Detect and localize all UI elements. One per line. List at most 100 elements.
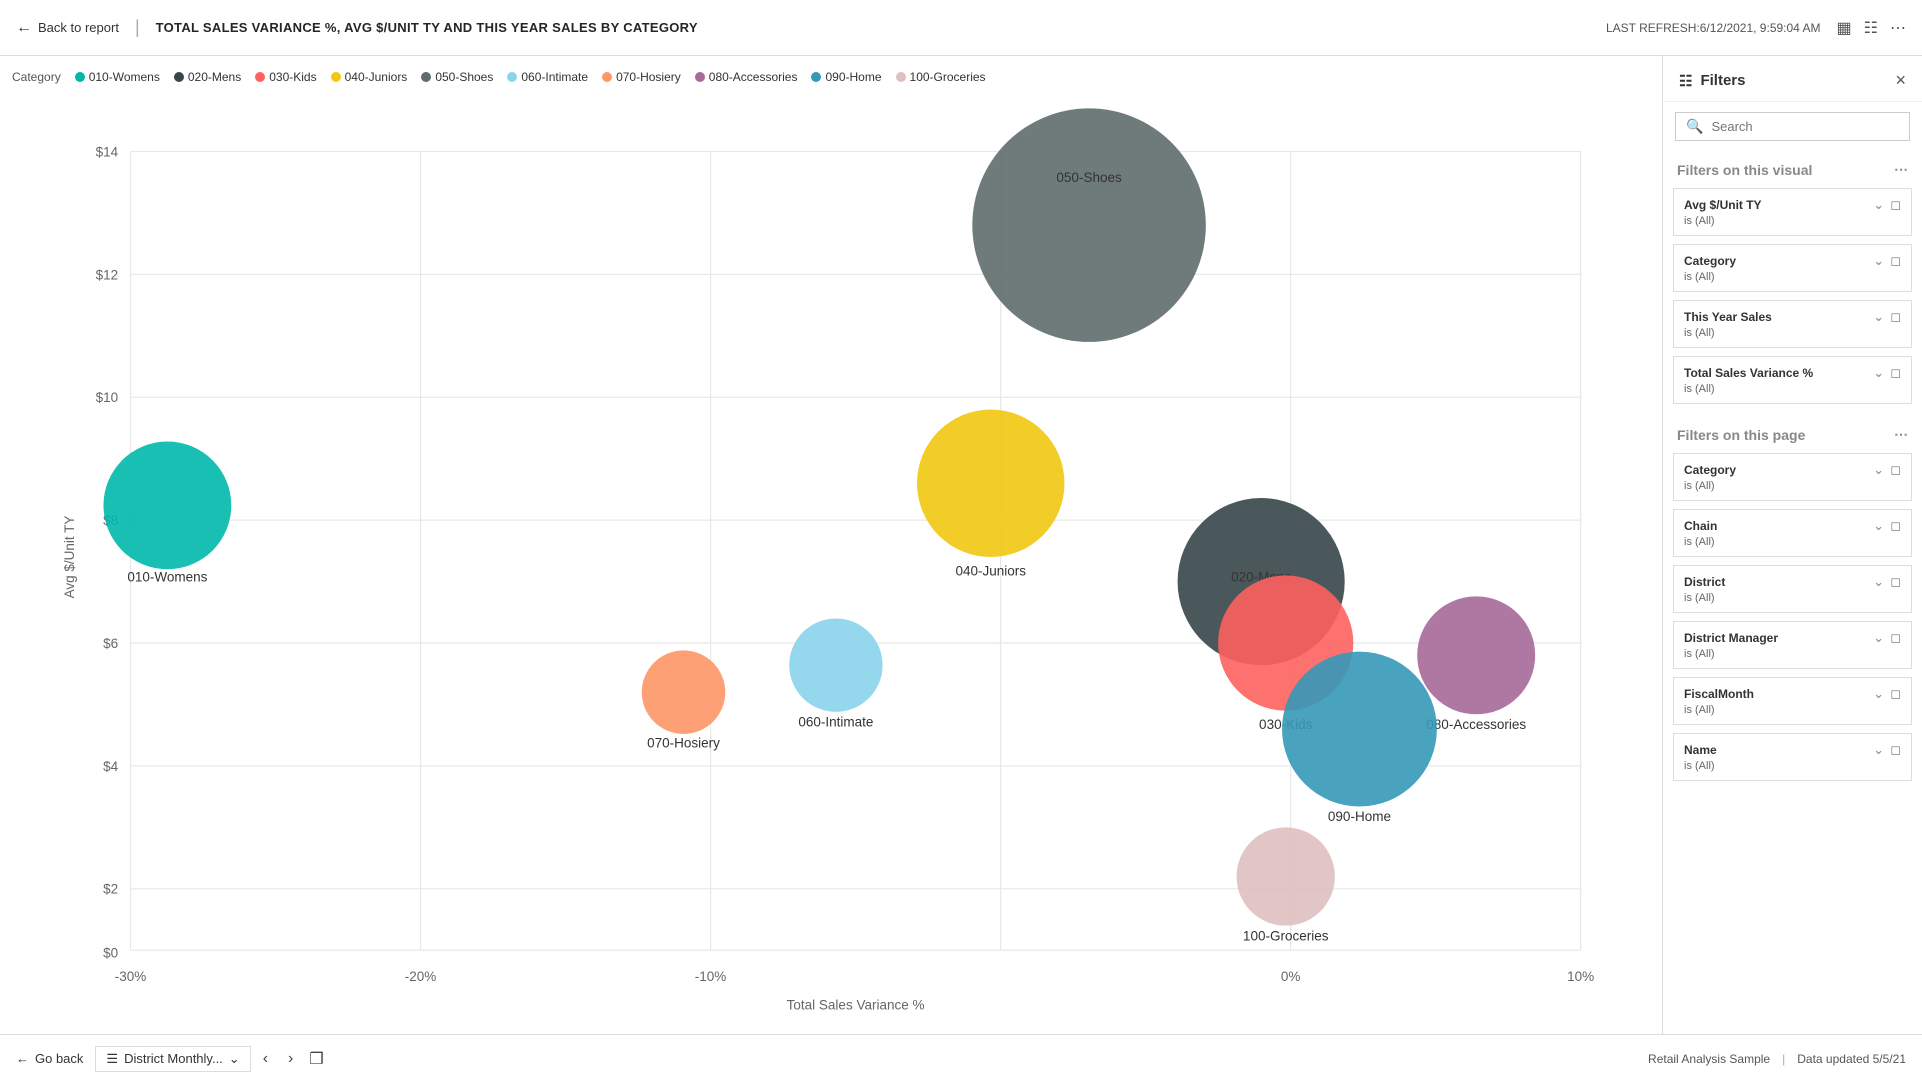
back-to-report-button[interactable]: ← Back to report [16,19,119,37]
filter-chevron-icon[interactable]: ⌄ [1873,253,1884,269]
filter-clear-icon[interactable]: ◻ [1890,518,1901,534]
go-back-arrow-icon: ← [16,1051,29,1066]
filter-chevron-icon[interactable]: ⌄ [1873,630,1884,646]
filter-avg-unit[interactable]: Avg $/Unit TY ⌄ ◻ is (All) [1673,188,1912,236]
filter-clear-icon[interactable]: ◻ [1890,365,1901,381]
filter-category-page-name: Category [1684,463,1736,477]
filter-clear-icon[interactable]: ◻ [1890,309,1901,325]
filter-chevron-icon[interactable]: ⌄ [1873,462,1884,478]
filter-chevron-icon[interactable]: ⌄ [1873,686,1884,702]
back-arrow-icon: ← [16,19,32,37]
filter-category-visual-name: Category [1684,254,1736,268]
label-intimate: 060-Intimate [798,715,873,730]
svg-text:$6: $6 [103,636,118,651]
chart-area: Category 010-Womens 020-Mens 030-Kids 04… [0,56,1662,1034]
filter-clear-icon[interactable]: ◻ [1890,742,1901,758]
filter-total-sales-variance[interactable]: Total Sales Variance % ⌄ ◻ is (All) [1673,356,1912,404]
data-updated-label: Data updated 5/5/21 [1797,1052,1906,1066]
bubble-accessories[interactable] [1417,596,1535,714]
page-name-label: District Monthly... [124,1051,223,1066]
bubble-home[interactable] [1282,652,1437,807]
filter-district-manager[interactable]: District Manager ⌄ ◻ is (All) [1673,621,1912,669]
filter-chain[interactable]: Chain ⌄ ◻ is (All) [1673,509,1912,557]
filter-district-name: District [1684,575,1725,589]
label-juniors: 040-Juniors [955,563,1026,578]
page-name-button[interactable]: ☰ District Monthly... ⌄ [95,1046,250,1072]
filter-district-icons: ⌄ ◻ [1873,574,1901,590]
filters-on-visual-label: Filters on this visual [1677,162,1812,178]
filter-total-sales-variance-sub: is (All) [1684,383,1901,395]
filter-category-page[interactable]: Category ⌄ ◻ is (All) [1673,453,1912,501]
filter-chevron-icon[interactable]: ⌄ [1873,742,1884,758]
filter-chevron-icon[interactable]: ⌄ [1873,365,1884,381]
legend-item-womens: 010-Womens [75,70,160,84]
top-bar: ← Back to report | TOTAL SALES VARIANCE … [0,0,1922,56]
copy-icon[interactable]: ▦ [1837,18,1852,38]
svg-text:$2: $2 [103,882,118,897]
legend-item-home: 090-Home [811,70,881,84]
filter-search-box[interactable]: 🔍 [1675,112,1910,141]
toolbar-icons: ▦ ☷ ⋯ [1837,18,1906,38]
filter-district[interactable]: District ⌄ ◻ is (All) [1673,565,1912,613]
chevron-down-icon: ⌄ [229,1051,240,1067]
filter-icon[interactable]: ☷ [1864,18,1878,38]
bubble-juniors[interactable] [917,410,1064,557]
svg-text:-30%: -30% [115,969,147,984]
legend-item-kids: 030-Kids [255,70,316,84]
filter-chevron-icon[interactable]: ⌄ [1873,518,1884,534]
filter-category-visual[interactable]: Category ⌄ ◻ is (All) [1673,244,1912,292]
filter-chevron-icon[interactable]: ⌄ [1873,309,1884,325]
label-shoes: 050-Shoes [1056,170,1122,185]
filter-total-sales-variance-name: Total Sales Variance % [1684,366,1813,380]
last-refresh-label: LAST REFRESH:6/12/2021, 9:59:04 AM [1606,21,1821,35]
label-accessories: 080-Accessories [1426,717,1526,732]
filter-chevron-icon[interactable]: ⌄ [1873,197,1884,213]
legend-label-mens: 020-Mens [188,70,241,84]
filter-chain-icons: ⌄ ◻ [1873,518,1901,534]
close-filters-icon[interactable]: × [1895,70,1906,91]
bubble-intimate[interactable] [789,618,882,711]
next-page-button[interactable]: › [280,1046,301,1072]
filter-clear-icon[interactable]: ◻ [1890,197,1901,213]
prev-page-button[interactable]: ‹ [255,1046,276,1072]
expand-icon[interactable]: ❒ [309,1049,323,1069]
filter-clear-icon[interactable]: ◻ [1890,686,1901,702]
page-nav: ☰ District Monthly... ⌄ ‹ › ❒ [95,1046,323,1072]
filter-chain-sub: is (All) [1684,536,1901,548]
filters-on-page-more[interactable]: ⋯ [1894,426,1908,443]
filter-total-sales-variance-icons: ⌄ ◻ [1873,365,1901,381]
filter-clear-icon[interactable]: ◻ [1890,630,1901,646]
legend-item-intimate: 060-Intimate [507,70,588,84]
filters-on-visual-more[interactable]: ⋯ [1894,161,1908,178]
bubble-hosiery[interactable] [642,650,726,734]
filter-this-year-sales[interactable]: This Year Sales ⌄ ◻ is (All) [1673,300,1912,348]
svg-text:$14: $14 [96,144,119,159]
filter-district-sub: is (All) [1684,592,1901,604]
more-options-icon[interactable]: ⋯ [1890,18,1906,38]
top-bar-left: ← Back to report | TOTAL SALES VARIANCE … [16,17,698,38]
filter-name[interactable]: Name ⌄ ◻ is (All) [1673,733,1912,781]
legend-dot-mens [174,72,184,82]
svg-text:$0: $0 [103,946,118,961]
svg-text:$10: $10 [96,390,119,405]
bubble-groceries[interactable] [1237,827,1335,925]
filter-search-input[interactable] [1711,119,1899,134]
filter-clear-icon[interactable]: ◻ [1890,462,1901,478]
filter-this-year-sales-sub: is (All) [1684,327,1901,339]
legend-item-juniors: 040-Juniors [331,70,408,84]
svg-text:Total Sales Variance %: Total Sales Variance % [787,997,925,1012]
bubble-shoes[interactable] [972,108,1206,342]
filter-category-visual-sub: is (All) [1684,271,1901,283]
filter-clear-icon[interactable]: ◻ [1890,574,1901,590]
go-back-button[interactable]: ← Go back [16,1051,83,1066]
filter-clear-icon[interactable]: ◻ [1890,253,1901,269]
bubble-womens[interactable] [103,441,231,569]
filter-chevron-icon[interactable]: ⌄ [1873,574,1884,590]
filter-name-icons: ⌄ ◻ [1873,742,1901,758]
filter-category-page-sub: is (All) [1684,480,1901,492]
top-bar-right: LAST REFRESH:6/12/2021, 9:59:04 AM ▦ ☷ ⋯ [1606,18,1906,38]
filter-fiscal-month[interactable]: FiscalMonth ⌄ ◻ is (All) [1673,677,1912,725]
go-back-label: Go back [35,1051,83,1066]
filters-panel: ☷ Filters × 🔍 Filters on this visual ⋯ A… [1662,56,1922,1034]
svg-text:$12: $12 [96,267,119,282]
